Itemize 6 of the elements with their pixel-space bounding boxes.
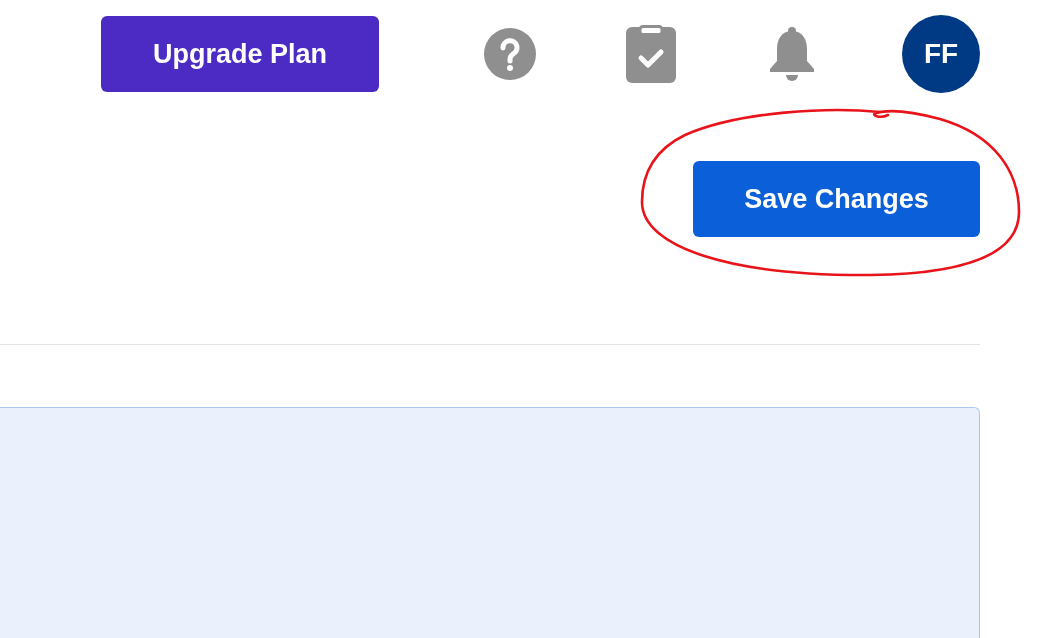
user-avatar[interactable]: FF <box>902 15 980 93</box>
help-icon[interactable] <box>484 28 536 80</box>
save-changes-button[interactable]: Save Changes <box>693 161 980 237</box>
clipboard-check-icon[interactable] <box>626 25 676 83</box>
bell-icon[interactable] <box>767 27 817 81</box>
upgrade-plan-button[interactable]: Upgrade Plan <box>101 16 379 92</box>
